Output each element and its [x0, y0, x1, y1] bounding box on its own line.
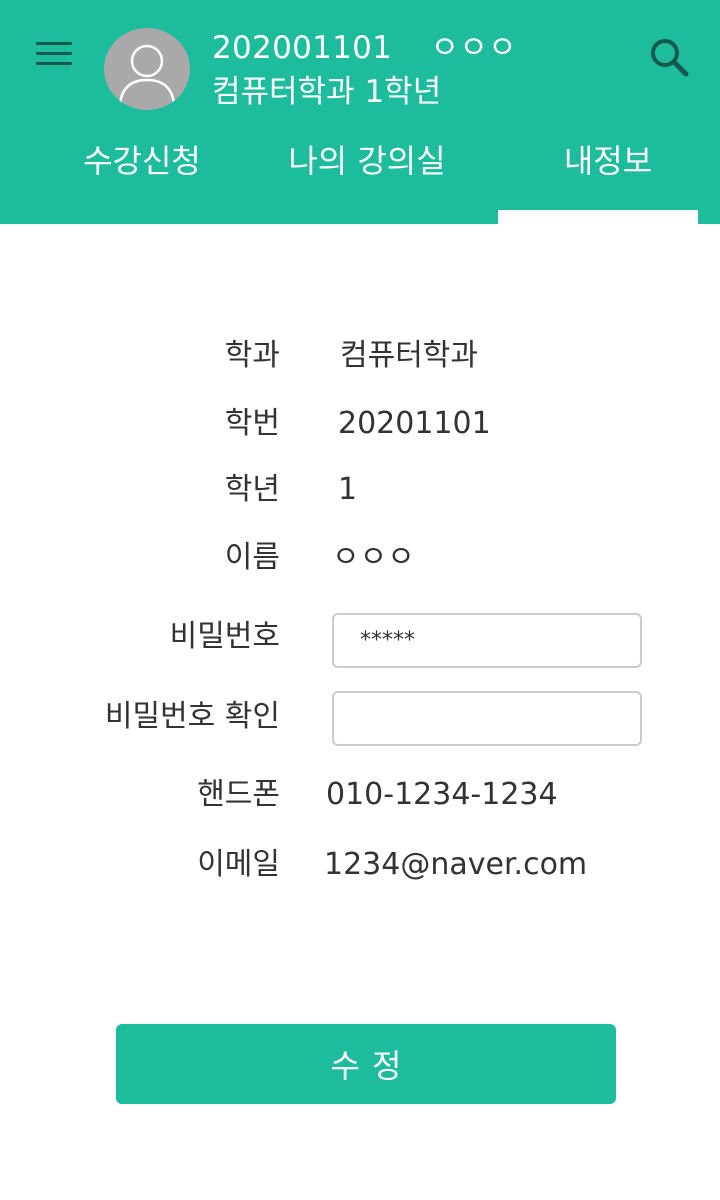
search-icon[interactable]: [648, 36, 692, 80]
student-id: 202001101: [212, 30, 393, 66]
tab-my-classroom[interactable]: 나의 강의실: [262, 136, 472, 186]
name-label: 이름: [224, 540, 280, 575]
avatar[interactable]: [104, 28, 190, 110]
student-no-value: 20201101: [338, 406, 491, 441]
year-value: 1: [338, 472, 358, 507]
password-label: 비밀번호: [169, 619, 280, 654]
phone-label: 핸드폰: [197, 777, 280, 812]
hamburger-menu-icon[interactable]: [34, 38, 74, 70]
email-value: 1234@naver.com: [324, 847, 588, 882]
email-label: 이메일: [197, 847, 280, 882]
tab-my-info[interactable]: 내정보: [528, 136, 688, 186]
password-confirm-field[interactable]: [332, 691, 642, 746]
password-confirm-label: 비밀번호 확인: [104, 699, 280, 734]
department-value: 컴퓨터학과: [340, 338, 478, 373]
user-id-line: 202001101 ㅇㅇㅇ: [212, 22, 517, 66]
app-header: 202001101 ㅇㅇㅇ 컴퓨터학과 1학년 수강신청 나의 강의실 내정보: [0, 0, 720, 224]
edit-submit-button[interactable]: 수정: [116, 1024, 616, 1104]
student-name: ㅇㅇㅇ: [430, 30, 517, 66]
department-label: 학과: [224, 338, 280, 373]
name-value: ㅇㅇㅇ: [332, 540, 415, 575]
password-field[interactable]: [332, 613, 642, 668]
user-silhouette-icon: [118, 44, 176, 105]
tab-course-registration[interactable]: 수강신청: [62, 136, 222, 186]
year-label: 학년: [224, 472, 280, 507]
student-no-label: 학번: [224, 406, 280, 441]
department-year: 컴퓨터학과 1학년: [212, 74, 442, 110]
active-tab-indicator: [498, 210, 698, 224]
phone-value: 010-1234-1234: [326, 777, 558, 812]
